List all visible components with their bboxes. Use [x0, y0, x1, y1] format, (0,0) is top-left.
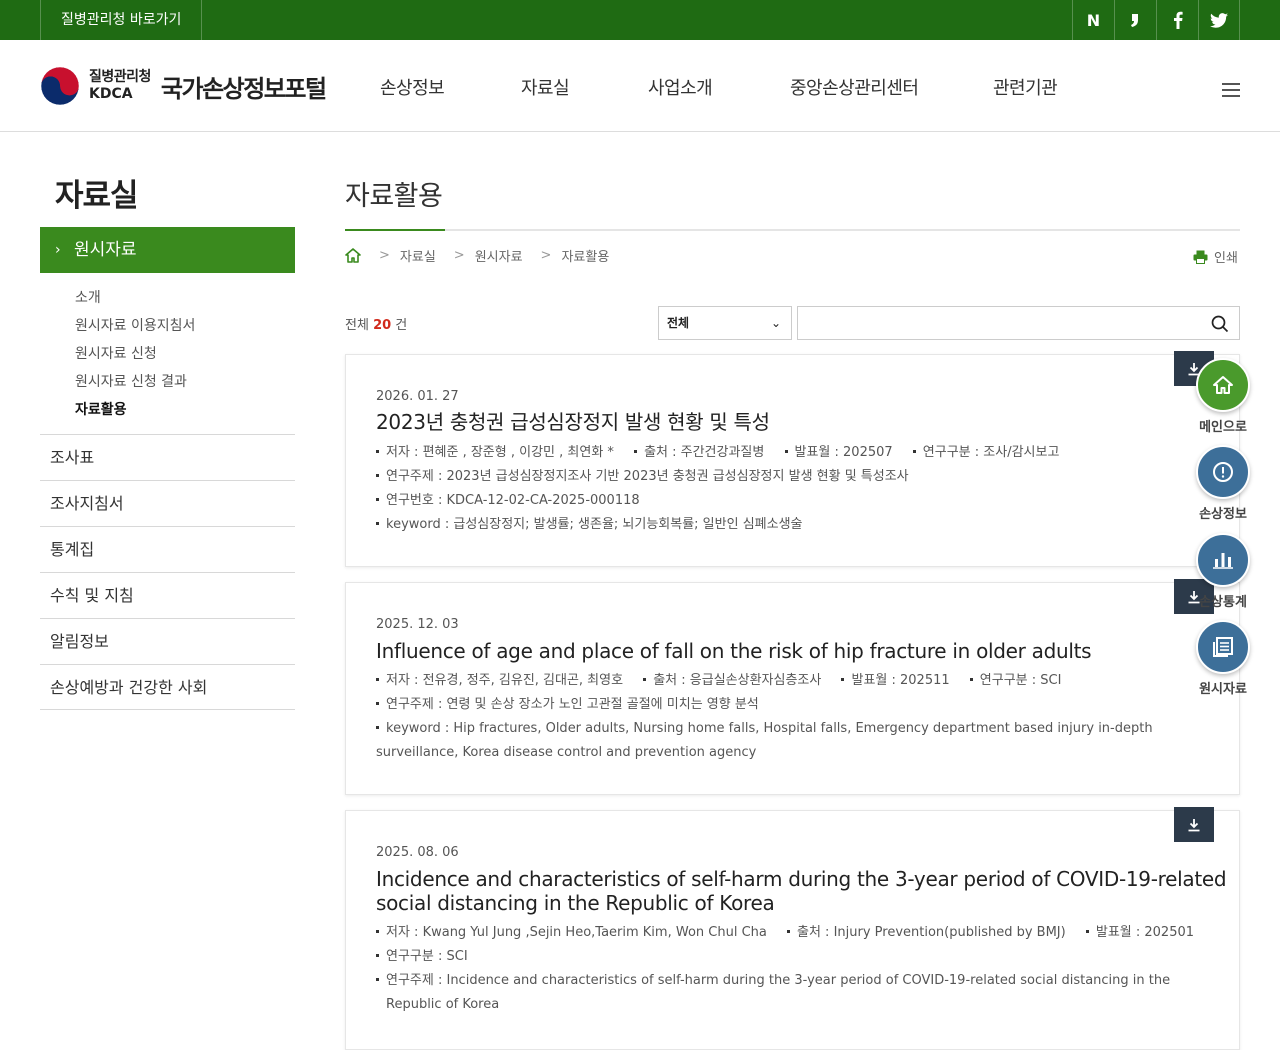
item-keyword: keyword : 급성심장정지; 발생률; 생존율; 뇌기능회복률; 일반인 …	[376, 513, 803, 537]
item-date: 2025. 08. 06	[376, 845, 459, 860]
facebook-icon[interactable]	[1156, 0, 1198, 40]
printer-icon	[1193, 250, 1208, 264]
item-date: 2026. 01. 27	[376, 389, 459, 404]
nav-related-orgs[interactable]: 관련기관	[993, 74, 1058, 100]
top-bar: 질병관리청 바로가기 N	[0, 0, 1280, 40]
result-count: 전체 20 건	[345, 318, 408, 333]
item-subject: 연구주제 : 연령 및 손상 장소가 노인 고관절 골절에 미치는 영향 분석	[376, 693, 759, 717]
item-meta: 저자 : Kwang Yul Jung ,Sejin Heo,Taerim Ki…	[376, 921, 1194, 945]
item-title-cont[interactable]: social distancing in the Republic of Kor…	[376, 891, 775, 915]
nav-business[interactable]: 사업소개	[648, 74, 713, 100]
nav-injury-info[interactable]: 손상정보	[380, 74, 445, 100]
quick-menu-injury-stats[interactable]: 손상통계	[1196, 533, 1250, 610]
title-divider	[345, 229, 1240, 231]
chevron-down-icon: ⌄	[770, 316, 781, 330]
sidebar-menu: 조사표 조사지침서 통계집 수칙 및 지침 알림정보 손상예방과 건강한 사회	[40, 434, 295, 710]
chevron-right-icon: ›	[55, 242, 61, 258]
download-button[interactable]	[1174, 807, 1214, 842]
site-logo[interactable]: 질병관리청 KDCA 국가손상정보포털	[40, 66, 327, 106]
breadcrumb-item[interactable]: 자료활용	[561, 246, 609, 265]
sidebar-item-statistics[interactable]: 통계집	[40, 526, 295, 572]
menu-hamburger-icon[interactable]	[1222, 83, 1240, 97]
nav-central-center[interactable]: 중앙손상관리센터	[790, 74, 919, 100]
portal-name: 국가손상정보포털	[160, 74, 327, 103]
search-category-select[interactable]: 전체 ⌄	[658, 306, 792, 340]
list-item[interactable]: 2025. 12. 03 Influence of age and place …	[345, 579, 1240, 795]
org-name-en: KDCA	[89, 86, 133, 102]
document-icon	[1213, 637, 1233, 657]
item-title[interactable]: 2023년 충청권 급성심장정지 발생 현황 및 특성	[376, 410, 770, 434]
item-keyword: keyword : Hip fractures, Older adults, N…	[376, 717, 1153, 741]
title-divider-accent	[345, 229, 445, 231]
item-meta: 저자 : 전유경, 정주, 김유진, 김대곤, 최영호 출처 : 응급실손상환자…	[376, 669, 1061, 693]
alert-icon	[1213, 462, 1233, 482]
item-type: 연구구분 : SCI	[376, 945, 468, 969]
download-icon	[1188, 818, 1200, 831]
item-subject: 연구주제 : 2023년 급성심장정지조사 기반 2023년 충청권 급성심장정…	[376, 465, 909, 489]
item-subject: 연구주제 : Incidence and characteristics of …	[376, 969, 1170, 993]
sidebar-item-raw-data[interactable]: › 원시자료	[40, 227, 295, 273]
search-input[interactable]	[797, 306, 1240, 340]
page-title: 자료활용	[345, 181, 443, 212]
item-keyword-cont: surveillance, Korea disease control and …	[376, 745, 757, 760]
item-title[interactable]: Incidence and characteristics of self-ha…	[376, 867, 1227, 891]
item-subject-cont: Republic of Korea	[386, 997, 500, 1012]
kdca-emblem-icon	[40, 66, 80, 106]
item-number: 연구번호 : KDCA-12-02-CA-2025-000118	[376, 489, 640, 513]
sidebar-item-survey-guide[interactable]: 조사지침서	[40, 480, 295, 526]
item-date: 2025. 12. 03	[376, 617, 459, 632]
sidebar-title: 자료실	[55, 178, 139, 214]
search-icon[interactable]	[1211, 315, 1229, 333]
chart-icon	[1213, 553, 1233, 569]
quick-menu-home[interactable]: 메인으로	[1196, 358, 1250, 435]
sidebar-item-notices[interactable]: 알림정보	[40, 618, 295, 664]
item-meta: 저자 : 편혜준 , 장준형 , 이강민 , 최연화 * 출처 : 주간건강과질…	[376, 441, 1059, 465]
quick-menu-raw-data[interactable]: 원시자료	[1196, 620, 1250, 697]
nav-data-room[interactable]: 자료실	[521, 74, 570, 100]
submenu-apply[interactable]: 원시자료 신청	[75, 344, 195, 372]
brunch-icon[interactable]	[1114, 0, 1156, 40]
submenu-apply-result[interactable]: 원시자료 신청 결과	[75, 372, 195, 400]
item-title[interactable]: Influence of age and place of fall on th…	[376, 639, 1092, 663]
breadcrumb-item[interactable]: 원시자료	[475, 246, 523, 265]
submenu-guide[interactable]: 원시자료 이용지침서	[75, 316, 195, 344]
sidebar-item-prevention[interactable]: 손상예방과 건강한 사회	[40, 664, 295, 710]
breadcrumb: > 자료실 > 원시자료 > 자료활용	[345, 246, 609, 265]
list-item[interactable]: 2026. 01. 27 2023년 충청권 급성심장정지 발생 현황 및 특성…	[345, 351, 1240, 567]
home-icon	[1213, 376, 1233, 394]
print-button[interactable]: 인쇄	[1193, 247, 1238, 266]
sidebar-submenu: 소개 원시자료 이용지침서 원시자료 신청 원시자료 신청 결과 자료활용	[75, 288, 195, 428]
submenu-intro[interactable]: 소개	[75, 288, 195, 316]
list-item[interactable]: 2025. 08. 06 Incidence and characteristi…	[345, 807, 1240, 1050]
sidebar-item-survey[interactable]: 조사표	[40, 434, 295, 480]
twitter-icon[interactable]	[1198, 0, 1240, 40]
social-links: N	[1072, 0, 1240, 40]
submenu-data-usage[interactable]: 자료활용	[75, 400, 195, 428]
naver-blog-icon[interactable]: N	[1072, 0, 1114, 40]
home-icon[interactable]	[345, 248, 361, 263]
sidebar-item-rules[interactable]: 수칙 및 지침	[40, 572, 295, 618]
org-name-ko: 질병관리청	[89, 69, 151, 85]
kdca-shortcut-link[interactable]: 질병관리청 바로가기	[40, 0, 203, 40]
quick-menu-injury-info[interactable]: 손상정보	[1196, 445, 1250, 522]
site-header: 질병관리청 KDCA 국가손상정보포털 손상정보 자료실 사업소개 중앙손상관리…	[0, 40, 1280, 132]
breadcrumb-item[interactable]: 자료실	[400, 246, 436, 265]
